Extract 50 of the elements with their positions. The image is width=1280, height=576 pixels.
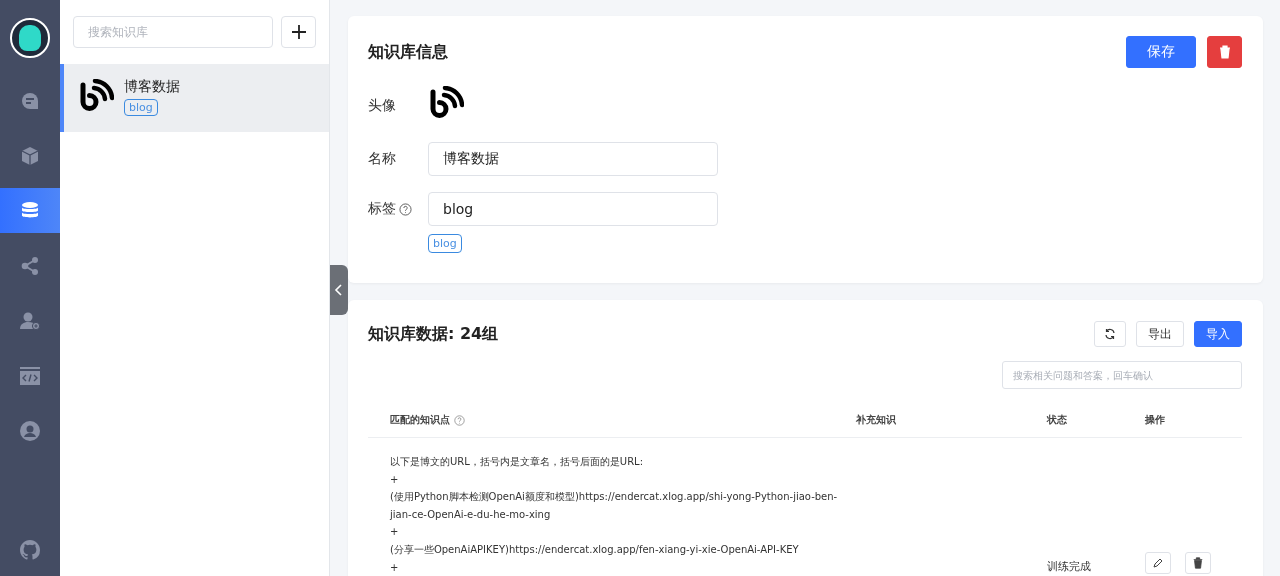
cube-icon xyxy=(20,145,40,166)
account-icon xyxy=(20,420,40,441)
text-line: jian-ce-OpenAi-e-du-he-mo-xing xyxy=(390,507,552,522)
section-title: 知识库数据: 24组 xyxy=(368,323,499,345)
export-button[interactable]: 导出 xyxy=(1136,321,1184,347)
github-icon[interactable] xyxy=(20,540,40,560)
column-header: 状态 xyxy=(1047,413,1067,427)
nav-item[interactable] xyxy=(0,188,60,233)
save-button[interactable]: 保存 xyxy=(1126,36,1196,68)
tag: blog xyxy=(124,99,158,116)
text-line: (使用Python脚本检测OpenAi额度和模型)https://endercat.xlog.app/shi-yong-Python-jiao-ben- xyxy=(390,490,839,505)
tags-input[interactable]: blog xyxy=(428,192,718,226)
field-label: 头像 xyxy=(368,97,397,115)
refresh-button[interactable] xyxy=(1094,321,1126,347)
import-button[interactable]: 导入 xyxy=(1194,321,1242,347)
edit-button[interactable] xyxy=(1145,552,1171,575)
delete-button[interactable] xyxy=(1207,36,1242,68)
pencil-icon xyxy=(1152,557,1164,570)
collapse-handle[interactable] xyxy=(330,265,348,315)
knowledge-base-name: 博客数据 xyxy=(124,78,180,96)
chat-bubble-icon xyxy=(20,90,40,111)
chevron-left-icon xyxy=(334,283,344,297)
app-logo[interactable] xyxy=(10,18,50,58)
trash-icon xyxy=(1192,557,1204,570)
code-window-icon xyxy=(20,365,40,386)
search-field[interactable]: 搜索知识库 xyxy=(73,16,274,48)
column-header: 补充知识 xyxy=(856,413,896,427)
plus-icon xyxy=(290,24,307,40)
field-label: 名称 xyxy=(368,150,397,168)
text-line: (分享一些OpenAiAPIKEY)https://endercat.xlog.app/fen-xiang-yi-xie-OpenAi-API-KEY xyxy=(390,542,800,557)
help-icon[interactable] xyxy=(399,202,412,216)
text-line: + xyxy=(390,525,400,540)
knowledge-base-item[interactable]: 博客数据 blog xyxy=(60,64,329,132)
user-add-icon xyxy=(20,310,40,331)
column-header: 操作 xyxy=(1145,413,1165,427)
field-label: 标签 xyxy=(368,200,396,218)
refresh-icon xyxy=(1104,328,1116,340)
tag: blog xyxy=(428,234,462,253)
section-title: 知识库信息 xyxy=(368,41,448,63)
help-icon[interactable] xyxy=(454,414,465,426)
add-button[interactable] xyxy=(281,16,316,48)
column-header: 匹配的知识点 xyxy=(390,413,450,427)
share-icon xyxy=(20,255,40,276)
search-field[interactable]: 搜索相关问题和答案，回车确认 xyxy=(1002,361,1242,389)
name-input[interactable]: 博客数据 xyxy=(428,142,718,176)
trash-icon xyxy=(1218,45,1231,59)
text-line: + xyxy=(390,560,400,575)
text-line: + xyxy=(390,472,400,487)
status-text: 训练完成 xyxy=(1047,559,1091,575)
text-line: 以下是博文的URL，括号内是文章名，括号后面的是URL: xyxy=(390,455,645,469)
